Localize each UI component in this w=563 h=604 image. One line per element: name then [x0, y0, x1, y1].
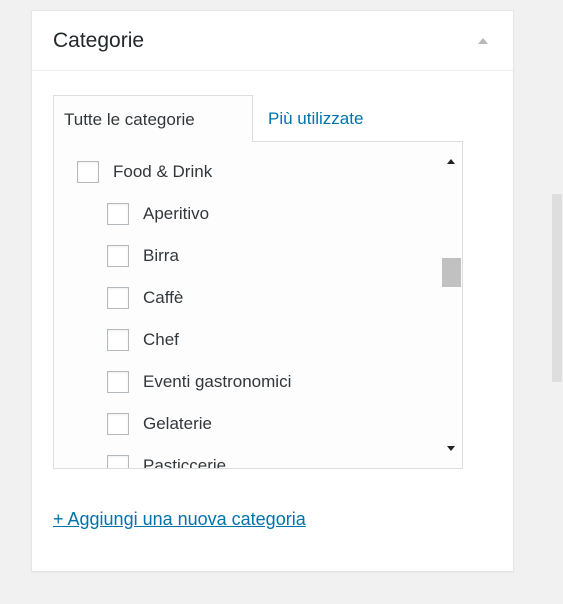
category-item-caffe[interactable]: Caffè	[107, 281, 183, 315]
category-item-gelaterie[interactable]: Gelaterie	[107, 407, 212, 441]
categories-metabox: Categorie Tutte le categorie Più utilizz…	[31, 10, 514, 572]
category-label: Food & Drink	[113, 162, 213, 181]
scroll-down-arrow-icon[interactable]	[447, 446, 455, 451]
category-checkbox[interactable]	[107, 413, 129, 435]
checklist-scrollbar[interactable]	[440, 142, 462, 468]
page-scrollbar-thumb[interactable]	[552, 194, 562, 382]
metabox-header[interactable]: Categorie	[32, 11, 513, 71]
category-checkbox[interactable]	[107, 371, 129, 393]
add-new-category-link[interactable]: + Aggiungi una nuova categoria	[53, 509, 306, 530]
category-label: Pasticcerie	[143, 456, 227, 469]
tab-most-used[interactable]: Più utilizzate	[268, 95, 363, 142]
collapse-toggle-icon[interactable]	[478, 38, 488, 44]
category-label: Eventi gastronomici	[143, 372, 292, 391]
tab-all-categories[interactable]: Tutte le categorie	[53, 95, 253, 142]
metabox-title: Categorie	[53, 29, 145, 52]
category-label: Aperitivo	[143, 204, 210, 223]
category-label: Birra	[143, 246, 179, 265]
category-checkbox[interactable]	[107, 329, 129, 351]
category-label: Caffè	[143, 288, 184, 307]
category-item-eventi-gastronomici[interactable]: Eventi gastronomici	[107, 365, 291, 399]
category-item-birra[interactable]: Birra	[107, 239, 179, 273]
checklist-scroll-thumb[interactable]	[442, 258, 461, 287]
category-checkbox[interactable]	[107, 245, 129, 267]
category-checkbox[interactable]	[77, 161, 99, 183]
category-checkbox[interactable]	[107, 287, 129, 309]
scroll-up-arrow-icon[interactable]	[447, 159, 455, 164]
category-checkbox[interactable]	[107, 455, 129, 468]
category-item-chef[interactable]: Chef	[107, 323, 179, 357]
category-item-aperitivo[interactable]: Aperitivo	[107, 197, 209, 231]
category-item-food-drink[interactable]: Food & Drink	[77, 155, 212, 189]
category-label: Gelaterie	[143, 414, 212, 433]
category-checklist-panel: Food & Drink Aperitivo Birra Caffè Chef …	[53, 141, 463, 469]
category-checkbox[interactable]	[107, 203, 129, 225]
category-label: Chef	[143, 330, 179, 349]
category-item-pasticcerie[interactable]: Pasticcerie	[107, 449, 227, 469]
